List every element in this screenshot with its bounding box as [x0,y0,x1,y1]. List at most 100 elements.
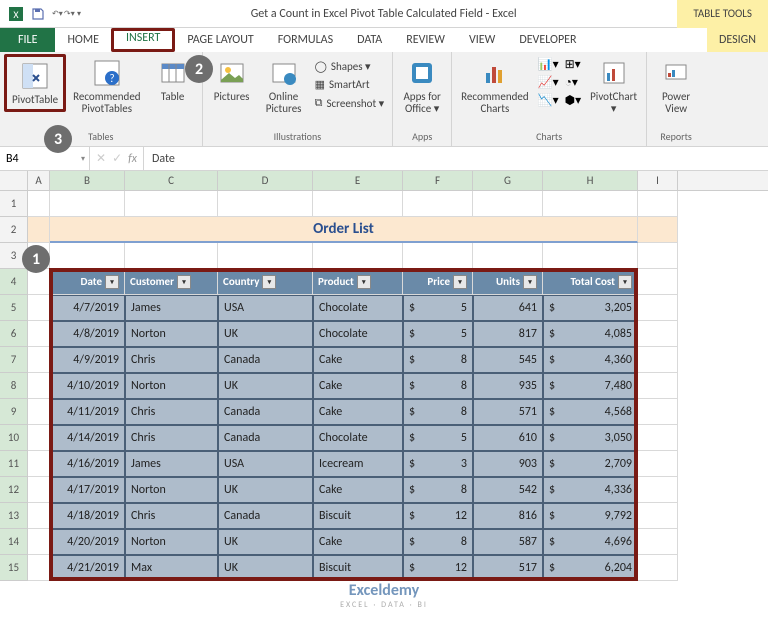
cell[interactable]: $3,050 [543,425,638,451]
cell[interactable]: Chris [125,503,218,529]
cell[interactable] [638,295,678,321]
tab-review[interactable]: REVIEW [394,28,457,52]
cell[interactable] [638,243,678,269]
cell[interactable] [28,477,50,503]
enter-icon[interactable]: ✓ [112,151,122,166]
cell[interactable] [543,191,638,217]
rowhead-4[interactable]: 4 [0,269,28,295]
rowhead-7[interactable]: 7 [0,347,28,373]
cell[interactable]: $4,360 [543,347,638,373]
cell[interactable]: UK [218,529,313,555]
cell[interactable]: James [125,295,218,321]
cell[interactable]: $8 [403,373,473,399]
cell[interactable]: USA [218,451,313,477]
select-all-button[interactable] [0,171,28,190]
cell-grid[interactable]: 1 Order ListDate▾Customer▾Country▾Produc… [28,191,768,581]
rowhead-13[interactable]: 13 [0,503,28,529]
cell[interactable] [28,555,50,581]
cell[interactable]: Icecream [313,451,403,477]
cell[interactable] [313,243,403,269]
cell[interactable]: 587 [473,529,543,555]
tab-view[interactable]: VIEW [457,28,507,52]
header-price[interactable]: Price▾ [403,269,473,295]
cell[interactable]: Chocolate [313,425,403,451]
filter-price[interactable]: ▾ [453,275,467,289]
cell[interactable]: Chocolate [313,295,403,321]
cell[interactable] [638,321,678,347]
cell[interactable]: Norton [125,321,218,347]
colhead-A[interactable]: A [28,171,50,190]
cell[interactable]: 816 [473,503,543,529]
cell[interactable]: Canada [218,347,313,373]
cell[interactable]: $8 [403,529,473,555]
cell[interactable]: Canada [218,503,313,529]
cell[interactable]: 817 [473,321,543,347]
cell[interactable] [125,191,218,217]
cell[interactable]: $5 [403,321,473,347]
rowhead-15[interactable]: 15 [0,555,28,581]
cell[interactable]: Biscuit [313,555,403,581]
cell[interactable]: 4/8/2019 [50,321,125,347]
cell[interactable] [638,191,678,217]
cell[interactable]: UK [218,477,313,503]
cell[interactable] [218,191,313,217]
undo-dropdown[interactable]: ↶▾ [52,9,58,19]
cell[interactable]: UK [218,321,313,347]
tab-file[interactable]: FILE [0,28,55,52]
cell[interactable]: 542 [473,477,543,503]
chart-type-1[interactable]: 📊▾ [538,57,559,72]
cell[interactable] [638,347,678,373]
chart-type-6[interactable]: ⬢▾ [565,93,582,108]
cell[interactable]: $6,204 [543,555,638,581]
header-total[interactable]: Total Cost▾ [543,269,638,295]
cell[interactable]: USA [218,295,313,321]
cell[interactable]: 903 [473,451,543,477]
colhead-C[interactable]: C [125,171,218,190]
cell[interactable] [543,243,638,269]
colhead-H[interactable]: H [543,171,638,190]
cell[interactable]: Chris [125,347,218,373]
cell[interactable]: 517 [473,555,543,581]
cell[interactable]: $12 [403,555,473,581]
cell[interactable] [638,451,678,477]
cell[interactable] [28,451,50,477]
cell[interactable] [218,243,313,269]
filter-date[interactable]: ▾ [105,275,119,289]
cell[interactable]: 571 [473,399,543,425]
cell[interactable] [28,295,50,321]
cell[interactable]: Cake [313,529,403,555]
chart-type-3[interactable]: 📉▾ [538,93,559,108]
rowhead-9[interactable]: 9 [0,399,28,425]
colhead-F[interactable]: F [403,171,473,190]
cell[interactable] [313,191,403,217]
power-view-button[interactable]: Power View [651,54,701,118]
cell[interactable] [28,191,50,217]
cell[interactable]: $3,205 [543,295,638,321]
pivotchart-button[interactable]: PivotChart ▾ [585,54,642,118]
cell[interactable] [28,269,50,295]
shapes-button[interactable]: ◯Shapes ▾ [311,58,389,75]
screenshot-button[interactable]: ⧉Screenshot ▾ [311,94,389,112]
cell[interactable] [638,373,678,399]
cell[interactable]: UK [218,555,313,581]
cell[interactable]: 4/7/2019 [50,295,125,321]
cell[interactable] [473,191,543,217]
tab-formulas[interactable]: FORMULAS [266,28,345,52]
tab-design[interactable]: DESIGN [707,28,768,52]
cell[interactable]: 4/16/2019 [50,451,125,477]
cell[interactable]: 545 [473,347,543,373]
pivottable-button[interactable]: PivotTable [7,57,63,109]
cell[interactable]: 4/20/2019 [50,529,125,555]
cell[interactable]: 4/21/2019 [50,555,125,581]
cell[interactable]: $3 [403,451,473,477]
tab-home[interactable]: HOME [55,28,111,52]
cell[interactable]: Canada [218,399,313,425]
rowhead-8[interactable]: 8 [0,373,28,399]
cell[interactable]: UK [218,373,313,399]
rowhead-5[interactable]: 5 [0,295,28,321]
cell[interactable]: $5 [403,295,473,321]
filter-product[interactable]: ▾ [357,275,371,289]
pictures-button[interactable]: Pictures [207,54,257,106]
cell[interactable]: Chris [125,399,218,425]
cell[interactable] [125,243,218,269]
